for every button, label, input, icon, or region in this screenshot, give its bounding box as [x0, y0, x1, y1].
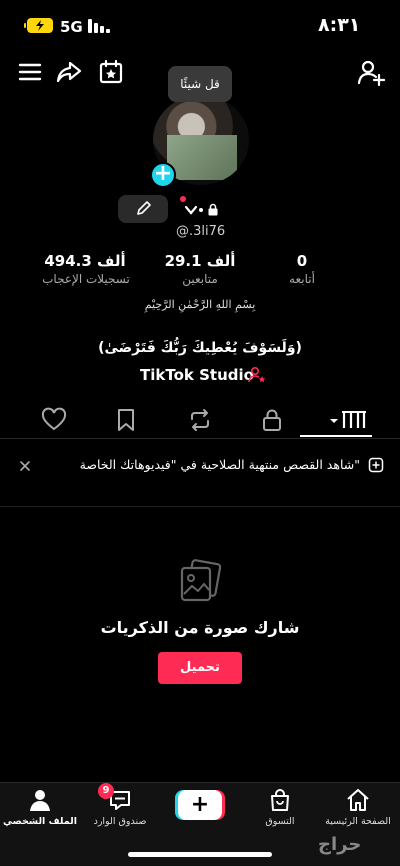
following-count[interactable]: 0: [262, 252, 342, 270]
network-type: 5G: [60, 18, 83, 36]
bio-basmala: بِسْمِ اللهِ الرَّحْمٰنِ الرَّحِيْمِ: [144, 298, 256, 311]
edit-profile-button[interactable]: [118, 195, 168, 223]
person-star-icon[interactable]: [248, 366, 266, 384]
lock-icon: [207, 201, 219, 220]
tiktok-studio-link[interactable]: TikTok Studio: [140, 366, 254, 384]
share-icon[interactable]: [55, 58, 83, 86]
say-something-tooltip[interactable]: قل شيئًا: [168, 66, 232, 102]
followers-label: متابعين: [182, 272, 218, 286]
active-tab-indicator: [300, 435, 372, 437]
upload-button[interactable]: تحميل: [158, 652, 242, 684]
inbox-badge: 9: [98, 783, 114, 799]
tab-liked[interactable]: [40, 406, 68, 434]
nav-profile-label: الملف الشخصي: [2, 816, 77, 827]
home-indicator: [128, 852, 272, 857]
nav-home[interactable]: الصفحة الرئيسية: [318, 786, 398, 836]
plus-square-icon: [368, 457, 384, 473]
add-story-button[interactable]: +: [150, 162, 176, 188]
following-label: أتابعه: [289, 272, 315, 286]
bio-text: (وَلَسَوْفَ يُعْطِيكَ رَبُّكَ فَتَرْضَىٰ…: [98, 340, 302, 356]
tab-favorites[interactable]: [112, 406, 140, 434]
profile-icon: [30, 790, 50, 811]
calendar-star-icon[interactable]: [97, 58, 125, 86]
nav-home-label: الصفحة الرئيسية: [325, 816, 391, 827]
nav-inbox-label: صندوق الوارد: [93, 816, 147, 827]
tabs-divider: [0, 438, 400, 439]
followers-count[interactable]: 29.1 ألف: [158, 252, 242, 270]
menu-icon[interactable]: [16, 58, 44, 86]
likes-count[interactable]: 494.3 ألف: [30, 252, 140, 270]
battery-icon: [24, 18, 53, 33]
tab-private[interactable]: [258, 406, 286, 434]
tab-videos[interactable]: [328, 406, 368, 434]
expired-stories-notice[interactable]: شاهد القصص منتهية الصلاحية في "فيديوهاتك…: [40, 456, 360, 474]
username: @.3li76: [176, 224, 226, 239]
nav-inbox[interactable]: صندوق الوارد: [80, 786, 160, 836]
add-user-icon[interactable]: [357, 58, 386, 87]
tab-reposts[interactable]: [186, 406, 214, 434]
create-button[interactable]: +: [178, 790, 222, 820]
nav-profile[interactable]: الملف الشخصي: [0, 786, 80, 836]
close-icon[interactable]: [18, 458, 32, 472]
empty-state-title: شارك صورة من الذكريات: [100, 618, 300, 637]
shopping-bag-icon: [271, 789, 289, 811]
notice-divider: [0, 506, 400, 507]
haraj-watermark: حراج: [318, 834, 362, 855]
signal-icon: [88, 18, 110, 33]
chevron-down-icon[interactable]: [184, 201, 198, 220]
status-time: ٨:٣١: [318, 14, 361, 36]
home-icon: [347, 789, 369, 811]
nav-shop[interactable]: التسوق: [240, 786, 320, 836]
photos-icon: [178, 558, 222, 604]
likes-label: تسجيلات الإعجاب: [42, 272, 130, 286]
nav-shop-label: التسوق: [265, 816, 295, 827]
separator-dot: [199, 208, 203, 212]
